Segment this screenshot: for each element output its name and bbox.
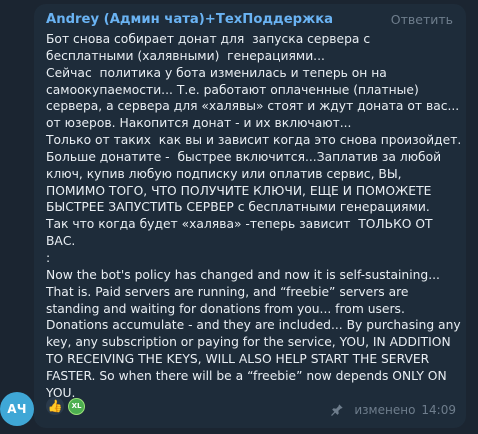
thumbs-up-icon[interactable]: 👍 xyxy=(46,397,64,415)
chat-area: Andrey (Админ чата)+ТехПоддержка Ответит… xyxy=(0,0,478,434)
pin-icon[interactable] xyxy=(330,403,344,417)
message-time: 14:09 xyxy=(421,403,456,417)
message-meta: изменено 14:09 xyxy=(330,403,456,417)
reaction-user-avatar: XL xyxy=(68,397,85,415)
sender-name[interactable]: Andrey (Админ чата)+ТехПоддержка xyxy=(46,12,333,27)
edited-label: изменено xyxy=(354,403,416,417)
message-text: Бот снова собирает донат для запуска сер… xyxy=(46,32,462,400)
reply-button[interactable]: Ответить xyxy=(391,12,453,27)
reactions-bar: 👍 XL xyxy=(46,397,85,415)
avatar[interactable]: АЧ xyxy=(0,392,34,426)
